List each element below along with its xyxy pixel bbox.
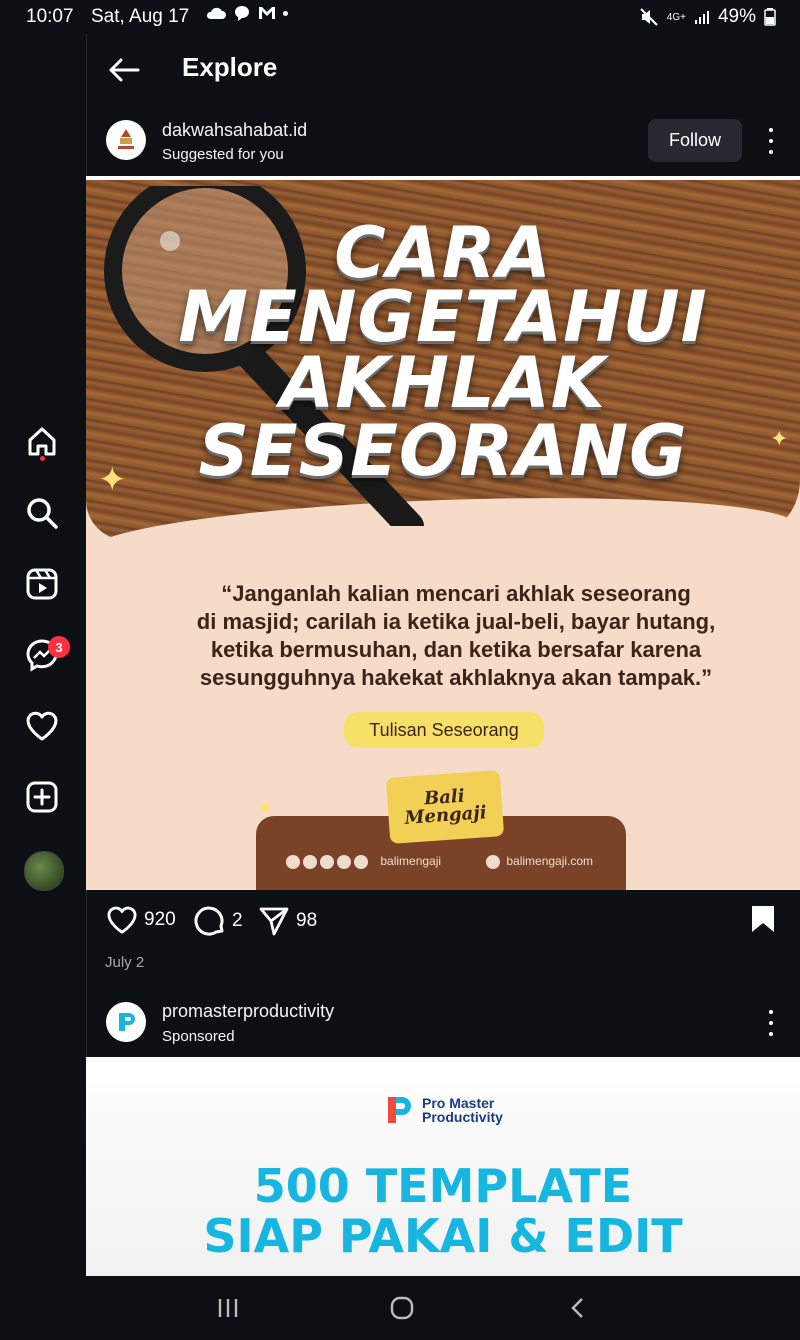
status-time: 10:07 <box>26 6 74 27</box>
quote-line-4: sesungguhnya hakekat akhlaknya akan tamp… <box>199 665 713 690</box>
nav-reels[interactable] <box>22 564 62 604</box>
save-button[interactable] <box>750 904 776 939</box>
post-more-options[interactable] <box>761 126 781 156</box>
system-indicators: 4G+ 49% <box>639 6 776 28</box>
follow-button[interactable]: Follow <box>648 119 742 162</box>
social-handles: balimengaji <box>286 854 441 869</box>
notification-icons <box>205 4 288 22</box>
signal-icon <box>694 11 709 24</box>
share-count: 98 <box>296 910 318 931</box>
chevron-left-icon <box>571 1298 583 1318</box>
heart-icon <box>107 906 137 934</box>
ad-brand-line-2: Productivity <box>422 1109 503 1125</box>
quote-line-3: ketika bermusuhan, dan ketika bersafar k… <box>210 637 702 662</box>
share-action[interactable]: 98 <box>258 905 317 937</box>
post-username[interactable]: dakwahsahabat.id <box>162 120 307 141</box>
bookmark-filled-icon <box>752 906 774 932</box>
ad-headline-line-1: 500 TEMPLATE <box>253 1159 633 1213</box>
social-handle-text: balimengaji <box>380 854 442 868</box>
pro-master-logo-icon <box>388 1097 411 1123</box>
create-icon <box>26 781 58 813</box>
twitter-icon <box>303 854 317 869</box>
comment-icon <box>194 906 224 936</box>
status-date: Sat, Aug 17 <box>91 6 190 27</box>
quote-line-1: “Janganlah kalian mencari akhlak seseora… <box>221 581 691 606</box>
system-back-button[interactable] <box>566 1296 590 1325</box>
share-icon <box>259 907 289 936</box>
reels-icon <box>26 568 58 600</box>
gmail-icon <box>259 7 275 19</box>
sponsored-label: Sponsored <box>162 1028 235 1045</box>
status-bar: 10:07 Sat, Aug 17 4G+ 49% <box>0 0 800 34</box>
system-nav-bar <box>0 1276 800 1340</box>
search-icon <box>27 498 58 529</box>
network-type: 4G+ <box>666 11 686 23</box>
youtube-icon <box>320 854 334 869</box>
website-icon <box>486 854 500 869</box>
post-author-avatar[interactable] <box>106 120 146 160</box>
website-text: balimengaji.com <box>506 854 594 868</box>
post-image[interactable]: CARA MENGETAHUI AKHLAK SESEORANG ✦ ✦ ✦ ✦… <box>86 176 800 890</box>
pro-master-logo-icon <box>119 1013 135 1031</box>
arrow-left-icon <box>109 58 140 82</box>
telegram-icon <box>354 854 368 869</box>
comment-count: 2 <box>232 910 243 931</box>
home-button[interactable] <box>390 1296 414 1325</box>
battery-percent: 49% <box>717 6 756 27</box>
sparkle-icon: ✦ <box>770 426 789 451</box>
home-icon <box>28 427 56 456</box>
nav-search[interactable] <box>22 493 62 533</box>
facebook-icon <box>337 854 351 869</box>
ad-author-avatar[interactable] <box>106 1002 146 1042</box>
cloud-icon <box>206 7 226 19</box>
ad-more-options[interactable] <box>761 1008 781 1038</box>
heart-icon <box>26 711 58 741</box>
nav-create[interactable] <box>22 777 62 817</box>
website-line: balimengaji.com <box>486 854 593 869</box>
nav-profile-avatar[interactable] <box>24 851 64 891</box>
messages-badge: 3 <box>48 636 70 658</box>
recent-apps-button[interactable] <box>216 1296 240 1325</box>
chat-bubble-icon <box>235 6 249 21</box>
home-notification-dot <box>40 456 45 461</box>
post-suggested-label: Suggested for you <box>162 146 284 163</box>
bali-mengaji-logo: Bali Mengaji <box>385 770 505 844</box>
ad-brand-line-1: Pro Master <box>422 1095 495 1111</box>
page-title: Explore <box>182 52 278 82</box>
instagram-icon <box>286 854 300 869</box>
ad-brand-logo: Pro Master Productivity <box>382 1093 503 1127</box>
recent-apps-icon <box>218 1299 238 1317</box>
quote-source-tag: Tulisan Seseorang <box>344 712 544 748</box>
more-notifications-dot <box>283 10 288 16</box>
home-circle-icon <box>390 1296 414 1320</box>
ad-image[interactable]: Pro Master Productivity 500 TEMPLATE SIA… <box>86 1057 800 1276</box>
back-button[interactable] <box>106 52 142 88</box>
ad-username[interactable]: promasterproductivity <box>162 1001 334 1022</box>
comment-action[interactable]: 2 <box>194 905 243 937</box>
headline-line-4: SESEORANG <box>198 410 688 492</box>
post-date: July 2 <box>105 954 145 971</box>
ad-headline-line-2: SIAP PAKAI & EDIT <box>203 1209 683 1263</box>
nav-notifications[interactable] <box>22 706 62 746</box>
dakwah-logo-icon <box>118 129 134 149</box>
quote-line-2: di masjid; carilah ia ketika jual-beli, … <box>196 609 716 634</box>
sparkle-icon: ✦ <box>98 461 127 499</box>
battery-icon <box>764 8 776 26</box>
mute-icon <box>640 8 658 26</box>
like-count: 920 <box>144 909 176 930</box>
like-action[interactable]: 920 <box>106 905 176 935</box>
